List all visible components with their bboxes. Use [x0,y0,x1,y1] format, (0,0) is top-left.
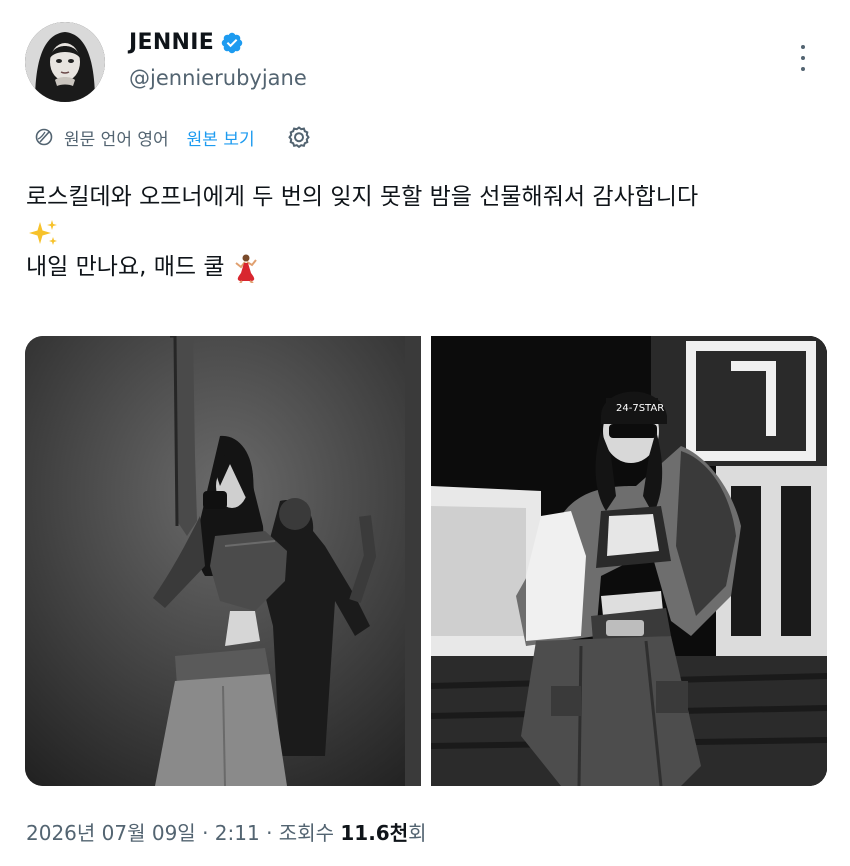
verified-badge-icon [221,32,243,53]
views-label: 조회수 [278,821,334,845]
tweet-time[interactable]: 2:11 [215,821,260,845]
display-name[interactable]: JENNIE [129,30,214,55]
tweet-text-line-1: 로스킬데와 오프너에게 두 번의 잊지 못할 밤을 선물해줘서 감사합니다 [26,184,699,210]
tweet-meta: 2026년 07월 09일 · 2:11 · 조회수 11.6천회 [26,817,427,846]
tweet-text: 로스킬데와 오프너에게 두 번의 잊지 못할 밤을 선물해줘서 감사합니다 내일… [26,180,826,285]
views-suffix: 회 [408,821,427,845]
media-grid: 24-7STAR [25,336,827,786]
globe-translate-icon [35,128,53,146]
more-options-icon[interactable] [785,44,821,74]
svg-text:24-7STAR: 24-7STAR [616,403,664,414]
views-count: 11.6천 [340,821,409,845]
avatar[interactable] [25,22,105,102]
gear-icon[interactable] [285,123,313,151]
tweet-text-line-2 [26,215,826,250]
photo-1[interactable] [25,336,421,786]
dancer-emoji-icon [235,254,257,283]
meta-separator: · [202,821,209,845]
translation-source-label: 원문 언어 영어 [64,129,169,150]
translation-bar: 원문 언어 영어 원본 보기 [34,122,313,152]
meta-separator: · [266,821,273,845]
photo-2[interactable]: 24-7STAR [431,336,827,786]
name-row: JENNIE [129,30,244,55]
tweet-text-line-3-text: 내일 만나요, 매드 쿨 [26,254,225,280]
tweet-text-line-3: 내일 만나요, 매드 쿨 [26,250,826,285]
tweet-date[interactable]: 2026년 07월 09일 [26,821,196,845]
view-original-link[interactable]: 원본 보기 [187,125,255,150]
user-handle[interactable]: @jennierubyjane [129,66,307,90]
tweet-header: JENNIE @jennierubyjane [25,22,825,104]
sparkles-emoji-icon [29,219,57,245]
